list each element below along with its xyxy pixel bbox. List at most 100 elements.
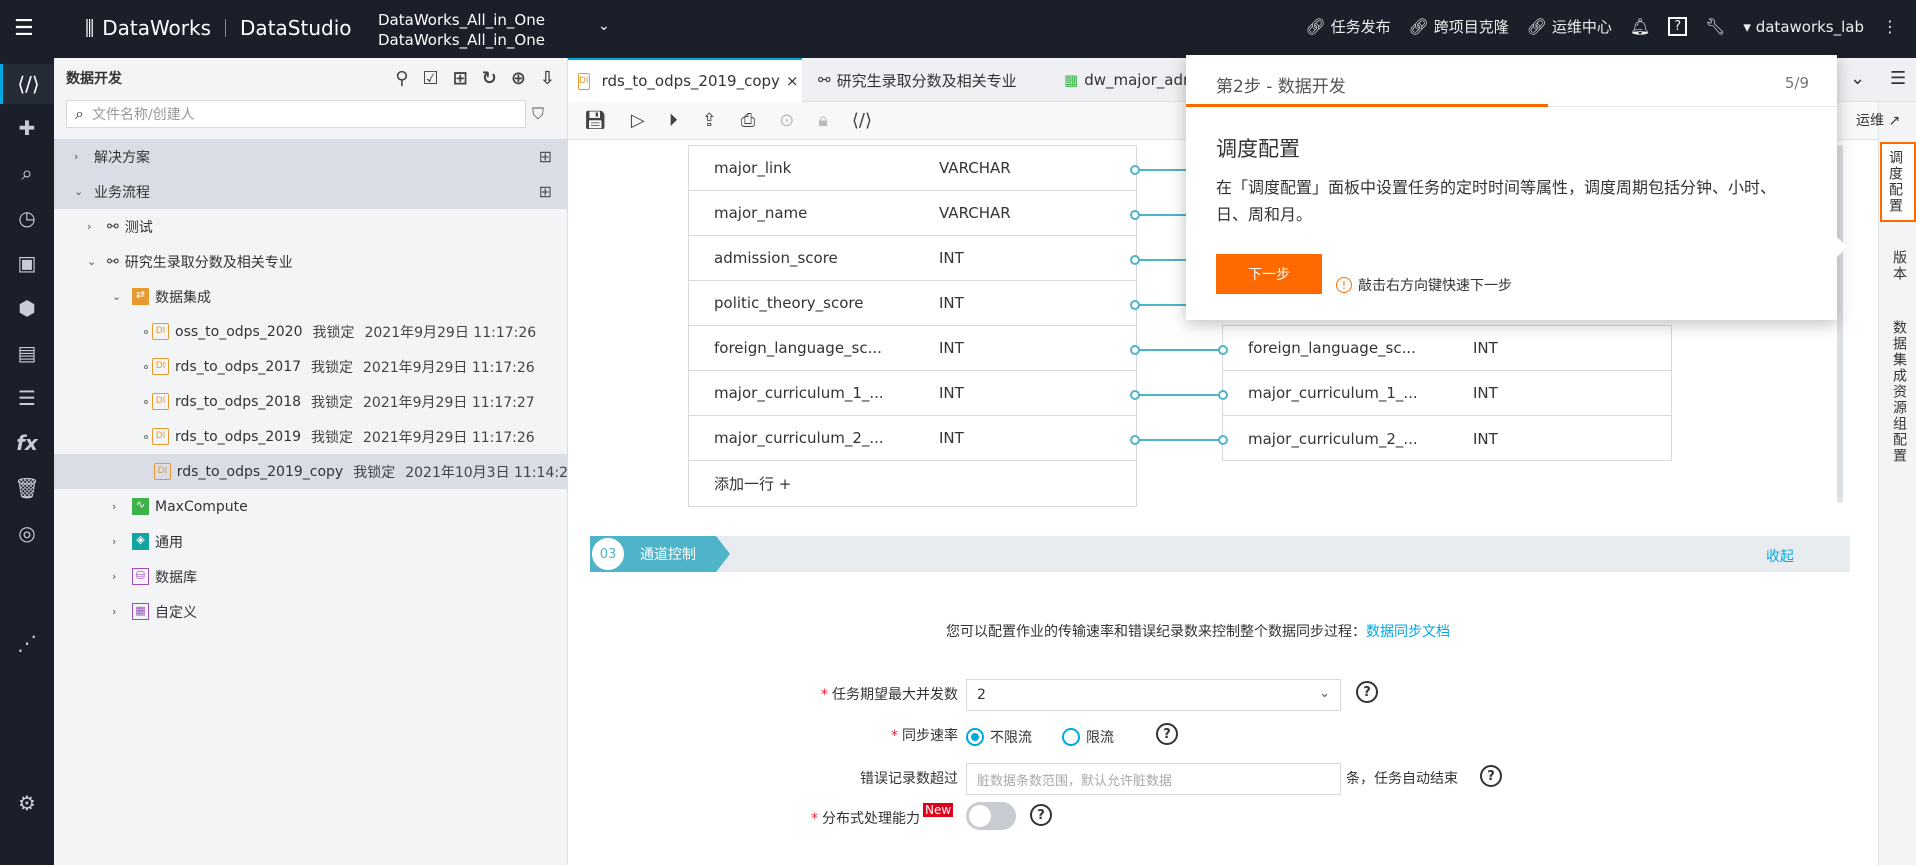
run-icon[interactable]: ▷ bbox=[631, 110, 645, 131]
tab-rds-to-odps-2019-copy[interactable]: DI rds_to_odps_2019_copy × bbox=[568, 58, 802, 102]
new-file-icon[interactable]: ⊞ bbox=[453, 68, 468, 89]
help-icon[interactable]: ? bbox=[1156, 723, 1178, 745]
tree-node-workflows[interactable]: ⌄ 业务流程 ⊞ bbox=[54, 174, 568, 209]
bell-icon[interactable]: 🔔︎ bbox=[1630, 17, 1650, 36]
tree-node-database[interactable]: › ⛁ 数据库 bbox=[54, 559, 568, 594]
tree-node-general[interactable]: › ◈ 通用 bbox=[54, 524, 568, 559]
tab-dw-major[interactable]: ▦ dw_major_adm bbox=[1054, 58, 1208, 102]
help-icon[interactable]: ? bbox=[1356, 681, 1378, 703]
code-icon[interactable]: ⟨/⟩ bbox=[852, 110, 872, 131]
graph-icon[interactable]: ⋰ bbox=[0, 623, 54, 663]
wrench-icon[interactable]: 🔧︎ bbox=[1705, 17, 1725, 36]
workspace-selector[interactable]: DataWorks_All_in_One DataWorks_All_in_On… bbox=[378, 10, 545, 50]
trash-icon[interactable]: 🗑︎ bbox=[0, 468, 54, 508]
field-link bbox=[1136, 439, 1222, 441]
target-icon[interactable]: ◎ bbox=[0, 513, 54, 553]
link-handle[interactable] bbox=[1130, 345, 1140, 355]
ops-link[interactable]: 运维 ↗ bbox=[1856, 110, 1900, 130]
cube-icon[interactable]: ⬢ bbox=[0, 288, 54, 328]
link-handle[interactable] bbox=[1130, 255, 1140, 265]
tree-node-test[interactable]: › ⚯ 测试 bbox=[54, 209, 568, 244]
tree-file-item[interactable]: DI rds_to_odps_2017 我锁定 2021年9月29日 11:17:2… bbox=[54, 349, 568, 384]
lock-icon[interactable]: 🔒︎ bbox=[818, 110, 828, 131]
tree-file-item[interactable]: DI rds_to_odps_2019 我锁定 2021年9月29日 11:17:2… bbox=[54, 419, 568, 454]
save-icon[interactable]: 💾︎ bbox=[584, 110, 607, 131]
menu-icon[interactable]: ☰ bbox=[14, 16, 40, 42]
fx-icon[interactable]: fx bbox=[0, 423, 54, 463]
import-icon[interactable]: ⇩ bbox=[540, 68, 555, 89]
menu-icon[interactable]: ☰ bbox=[1890, 68, 1906, 89]
chevron-down-icon[interactable]: ⌄ bbox=[598, 18, 610, 34]
run-params-icon[interactable]: ⏵ bbox=[669, 110, 678, 131]
user-filter-icon[interactable]: ⚲ bbox=[395, 68, 408, 89]
link-handle[interactable] bbox=[1130, 300, 1140, 310]
table-row: politic_theory_score INT bbox=[689, 281, 1136, 326]
version-tab[interactable]: 版本 bbox=[1889, 250, 1909, 282]
link-task-publish[interactable]: 🔗︎ 任务发布 bbox=[1306, 16, 1391, 37]
user-menu[interactable]: ▾ dataworks_lab bbox=[1743, 18, 1864, 36]
tree-node-custom[interactable]: › ▦ 自定义 bbox=[54, 594, 568, 629]
add-row-button[interactable]: 添加一行 + bbox=[689, 461, 1136, 506]
link-handle[interactable] bbox=[1218, 345, 1228, 355]
briefcase-icon[interactable]: ▣ bbox=[0, 243, 54, 283]
tree-node-maxcompute[interactable]: › ∿ MaxCompute bbox=[54, 489, 568, 524]
link-handle[interactable] bbox=[1218, 435, 1228, 445]
grid-icon[interactable]: ⊞ bbox=[539, 182, 552, 201]
puzzle-icon[interactable]: ✚ bbox=[0, 108, 54, 148]
more-icon[interactable]: ⋮ bbox=[1882, 17, 1898, 36]
guide-tour-popover: 第2步 - 数据开发 5/9 调度配置 在「调度配置」面板中设置任务的定时时间等… bbox=[1186, 55, 1847, 320]
stop-icon[interactable]: ⊙ bbox=[779, 110, 794, 131]
collapse-link[interactable]: 收起 bbox=[1766, 546, 1794, 566]
schedule-config-tab[interactable]: 调度配置 bbox=[1880, 142, 1916, 222]
clock-icon[interactable]: ◷ bbox=[0, 198, 54, 238]
link-handle[interactable] bbox=[1130, 165, 1140, 175]
tab-list-icon[interactable]: ⌄ bbox=[1850, 68, 1865, 89]
product-logo[interactable]: ⫼ DataWorks DataStudio bbox=[85, 16, 352, 40]
settings-icon[interactable]: ⚙ bbox=[0, 783, 54, 823]
publish-icon[interactable]: ⎙ bbox=[741, 110, 755, 131]
locate-icon[interactable]: ⊕ bbox=[511, 68, 526, 89]
resource-group-tab[interactable]: 数据集成资源组配置 bbox=[1889, 320, 1909, 464]
tree-node-project[interactable]: ⌄ ⚯ 研究生录取分数及相关专业 bbox=[54, 244, 568, 279]
submit-icon[interactable]: ⇪ bbox=[702, 110, 717, 131]
table-row: major_curriculum_1_... INT bbox=[1223, 371, 1671, 416]
rate-limited-radio[interactable]: 限流 bbox=[1062, 727, 1114, 747]
doc-link[interactable]: 数据同步文档 bbox=[1366, 624, 1450, 640]
error-limit-suffix: 条，任务自动结束 bbox=[1346, 771, 1458, 787]
tree-file-item-selected[interactable]: DI rds_to_odps_2019_copy 我锁定 2021年10月3日 11… bbox=[54, 454, 568, 489]
help-icon[interactable]: ? bbox=[1030, 804, 1052, 826]
tree-node-data-integration[interactable]: ⌄ ⇄ 数据集成 bbox=[54, 279, 568, 314]
distributed-toggle[interactable] bbox=[966, 802, 1016, 830]
rate-unlimited-radio[interactable]: 不限流 bbox=[966, 727, 1032, 747]
list-icon[interactable]: ☰ bbox=[0, 378, 54, 418]
search-icon[interactable]: ⌕ bbox=[0, 153, 54, 193]
chevron-right-icon: › bbox=[74, 150, 79, 163]
link-handle[interactable] bbox=[1130, 390, 1140, 400]
close-icon[interactable]: × bbox=[786, 72, 799, 90]
link-handle[interactable] bbox=[1218, 390, 1228, 400]
next-step-button[interactable]: 下一步 bbox=[1216, 254, 1322, 294]
left-nav: ⟨/⟩ ✚ ⌕ ◷ ▣ ⬢ ▤ ☰ fx 🗑︎ ◎ ⋰ ⚙ bbox=[0, 58, 54, 865]
help-icon[interactable]: ? bbox=[1668, 17, 1688, 36]
grid-icon[interactable]: ⊞ bbox=[539, 147, 552, 166]
refresh-icon[interactable]: ↻ bbox=[482, 68, 497, 89]
table-icon[interactable]: ▤ bbox=[0, 333, 54, 373]
link-handle[interactable] bbox=[1130, 435, 1140, 445]
tree-file-item[interactable]: DI rds_to_odps_2018 我锁定 2021年9月29日 11:17:2… bbox=[54, 384, 568, 419]
workflow-icon: ⚯ bbox=[818, 71, 831, 89]
search-icon: ⌕ bbox=[75, 104, 84, 123]
tree-file-item[interactable]: DI oss_to_odps_2020 我锁定 2021年9月29日 11:17:2… bbox=[54, 314, 568, 349]
link-handle[interactable] bbox=[1130, 210, 1140, 220]
tree-node-solutions[interactable]: › 解决方案 ⊞ bbox=[54, 139, 568, 174]
link-ops-center[interactable]: 🔗︎ 运维中心 bbox=[1527, 16, 1612, 37]
tree-search-input[interactable]: ⌕ 文件名称/创建人 bbox=[66, 100, 526, 128]
error-limit-input[interactable]: 脏数据条数范围，默认允许脏数据 bbox=[966, 763, 1341, 795]
tab-project-workflow[interactable]: ⚯ 研究生录取分数及相关专业 bbox=[808, 58, 1027, 102]
filter-icon[interactable]: ⛉ bbox=[532, 104, 544, 124]
checklist-icon[interactable]: ☑ bbox=[422, 68, 438, 89]
link-cross-clone[interactable]: 🔗︎ 跨项目克隆 bbox=[1409, 16, 1509, 37]
datastudio-icon[interactable]: ⟨/⟩ bbox=[0, 64, 54, 104]
concurrency-select[interactable]: 2 ⌄ bbox=[966, 679, 1341, 711]
vertical-scrollbar[interactable] bbox=[1837, 145, 1843, 503]
help-icon[interactable]: ? bbox=[1480, 765, 1502, 787]
